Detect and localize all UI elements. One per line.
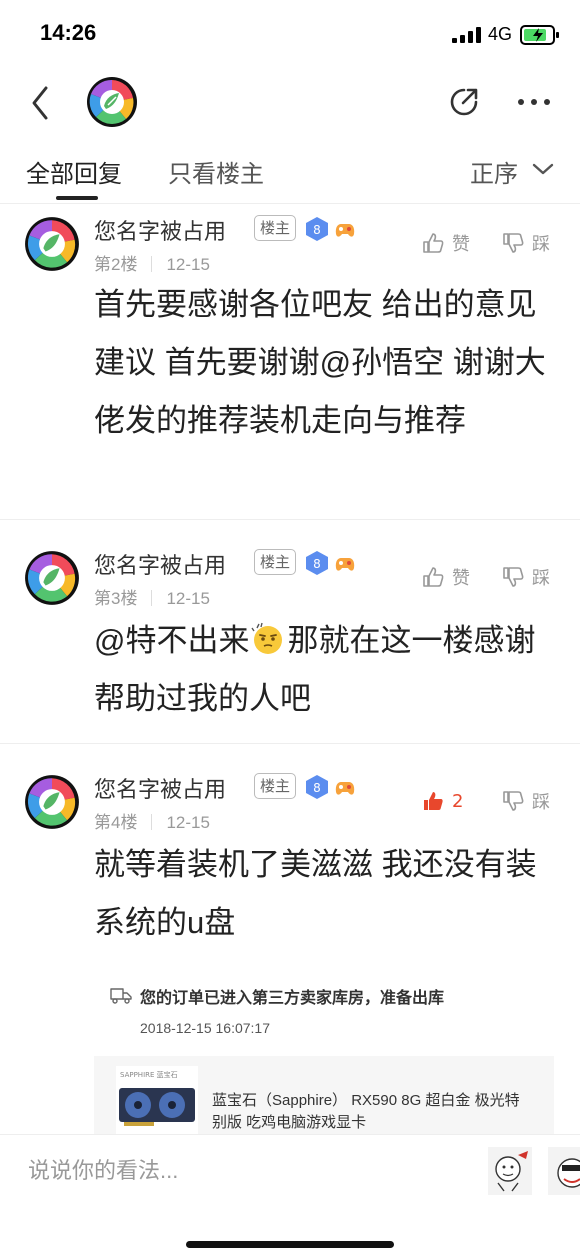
product-summary: SAPPHIRE 蓝宝石 蓝宝石（Sapphire） RX590 8G 超白金 … <box>94 1056 554 1140</box>
like-label: 赞 <box>452 234 470 255</box>
dislike-label: 踩 <box>532 792 550 813</box>
gamepad-honor-icon <box>335 558 355 571</box>
order-time: 2018-12-15 16:07:17 <box>140 1020 270 1036</box>
thumbs-down-icon <box>503 791 524 811</box>
avatar[interactable] <box>24 216 80 272</box>
reply-tabs: 全部回复 只看楼主 正序 <box>0 140 580 204</box>
floor-number: 第3楼 <box>94 589 138 608</box>
dislike-label: 踩 <box>532 234 550 255</box>
thinking-emoji-icon <box>251 622 283 654</box>
dislike-button[interactable]: 踩 <box>502 788 550 814</box>
truck-icon <box>110 988 132 1004</box>
meta-divider <box>151 256 153 272</box>
nav-bar <box>0 66 580 140</box>
share-icon[interactable] <box>446 84 482 120</box>
signal-strength-icon <box>452 27 481 43</box>
thumbs-up-filled-icon <box>424 792 443 810</box>
post-meta: 第2楼 12-15 <box>94 250 210 275</box>
more-dots-icon[interactable] <box>516 96 552 108</box>
avatar[interactable] <box>24 774 80 830</box>
level-number: 8 <box>313 557 321 571</box>
dislike-button[interactable]: 踩 <box>502 230 550 256</box>
username[interactable]: 您名字被占用 <box>94 548 226 580</box>
meta-divider <box>151 590 153 606</box>
post-content: 首先要感谢各位吧友 给出的意见建议 首先要谢谢@孙悟空 谢谢大佬发的推荐装机走向… <box>94 287 546 438</box>
tab-all-replies[interactable]: 全部回复 <box>26 154 122 189</box>
level-number: 8 <box>313 781 321 795</box>
status-bar: 14:26 4G <box>0 0 580 66</box>
like-button[interactable]: 赞 <box>422 230 470 256</box>
op-badge: 楼主 <box>254 215 297 241</box>
post-date: 12-15 <box>166 589 210 608</box>
like-count: 2 <box>452 790 464 812</box>
graphics-card-image: SAPPHIRE 蓝宝石 <box>116 1066 198 1140</box>
avatar[interactable] <box>24 550 80 606</box>
order-screenshot[interactable]: 您的订单已进入第三方卖家库房，准备出库 2018-12-15 16:07:17 … <box>94 970 554 1140</box>
post-meta: 第3楼 12-15 <box>94 584 210 609</box>
like-button[interactable]: 2 <box>422 788 463 814</box>
product-title: 蓝宝石（Sapphire） RX590 8G 超白金 极光特别版 吃鸡电脑游戏显… <box>212 1092 520 1131</box>
order-status: 您的订单已进入第三方卖家库房，准备出库 <box>140 990 445 1007</box>
reply-post: 您名字被占用 楼主 8 第2楼 12-15 赞 踩 首先要感谢各位吧友 给出的意见… <box>0 204 580 520</box>
like-button[interactable]: 赞 <box>422 564 470 590</box>
reply-post: 您名字被占用 楼主 8 第3楼 12-15 赞 踩 @特不出来 那就在这一楼感谢帮… <box>0 538 580 744</box>
chevron-down-icon[interactable] <box>532 162 554 176</box>
op-badge: 楼主 <box>254 773 297 799</box>
meta-divider <box>151 814 153 830</box>
comment-input[interactable] <box>28 1155 408 1187</box>
post-content: 就等着装机了美滋滋 我还没有装系统的u盘 <box>94 847 537 940</box>
dislike-label: 踩 <box>532 568 550 589</box>
thumbs-up-icon <box>423 567 444 587</box>
like-label: 赞 <box>452 568 470 589</box>
chevron-left-icon[interactable] <box>26 84 56 122</box>
gamepad-honor-icon <box>335 782 355 795</box>
post-content-mention: @特不出来 <box>94 623 250 658</box>
battery-charging-icon <box>520 25 559 45</box>
username[interactable]: 您名字被占用 <box>94 214 226 246</box>
thumbs-down-icon <box>503 233 524 253</box>
floor-number: 第4楼 <box>94 813 138 832</box>
post-date: 12-15 <box>166 813 210 832</box>
network-type: 4G <box>488 24 513 44</box>
forum-logo[interactable] <box>86 76 138 128</box>
thumbs-down-icon <box>503 567 524 587</box>
gamepad-honor-icon <box>335 224 355 237</box>
sticker-icon[interactable] <box>488 1147 532 1195</box>
thumbs-up-icon <box>423 233 444 253</box>
floor-number: 第2楼 <box>94 255 138 274</box>
product-brand: SAPPHIRE 蓝宝石 <box>120 1071 178 1079</box>
status-time: 14:26 <box>40 20 97 45</box>
comment-composer <box>0 1134 580 1256</box>
active-tab-indicator <box>56 196 98 200</box>
level-badge-icon: 8 <box>306 551 328 575</box>
dislike-button[interactable]: 踩 <box>502 564 550 590</box>
username[interactable]: 您名字被占用 <box>94 772 226 804</box>
home-indicator[interactable] <box>186 1241 394 1248</box>
level-badge-icon: 8 <box>306 217 328 241</box>
post-date: 12-15 <box>166 255 210 274</box>
meme-face-icon[interactable] <box>548 1147 580 1195</box>
tab-op-only[interactable]: 只看楼主 <box>168 154 264 189</box>
graphics-card-icon <box>119 1088 195 1126</box>
post-content: @特不出来 那就在这一楼感谢帮助过我的人吧 <box>94 612 554 728</box>
level-number: 8 <box>313 223 321 237</box>
op-badge: 楼主 <box>254 549 297 575</box>
post-meta: 第4楼 12-15 <box>94 808 210 833</box>
sort-order-button[interactable]: 正序 <box>470 154 518 189</box>
level-badge-icon: 8 <box>306 775 328 799</box>
